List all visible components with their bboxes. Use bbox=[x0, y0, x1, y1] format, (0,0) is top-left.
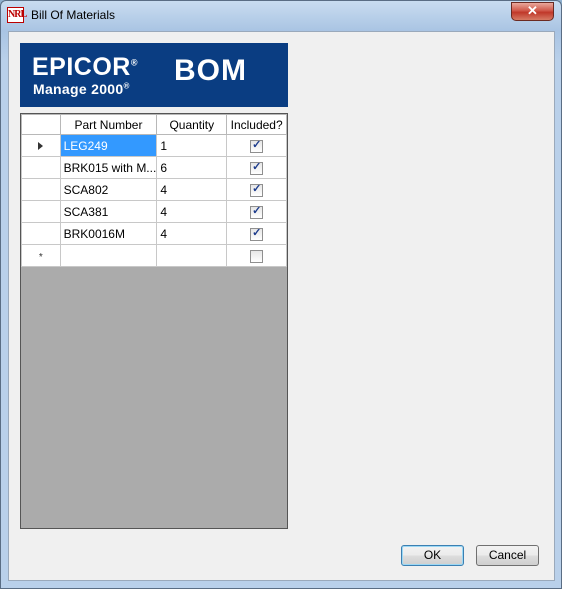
brand-logo: EPICOR® bbox=[32, 53, 138, 81]
column-header-part-number[interactable]: Part Number bbox=[59, 114, 158, 135]
epicor-bom-banner: EPICOR® Manage 2000® BOM bbox=[20, 43, 288, 107]
table-row[interactable]: BRK0016M 4 bbox=[21, 222, 287, 245]
row-header[interactable] bbox=[21, 222, 61, 245]
included-cell[interactable] bbox=[226, 178, 287, 201]
bom-data-grid[interactable]: Part Number Quantity Included? LEG249 1 bbox=[20, 113, 288, 529]
included-checkbox[interactable] bbox=[250, 160, 264, 175]
part-number-cell[interactable]: BRK0016M bbox=[59, 222, 158, 245]
row-header-new[interactable]: * bbox=[21, 244, 61, 267]
included-checkbox[interactable] bbox=[250, 138, 264, 153]
bom-table: Part Number Quantity Included? LEG249 1 bbox=[21, 114, 287, 267]
row-header-current[interactable] bbox=[21, 134, 61, 157]
window-title: Bill Of Materials bbox=[31, 8, 116, 22]
close-button[interactable]: ✕ bbox=[511, 2, 554, 21]
module-name: BOM bbox=[174, 54, 247, 87]
part-number-cell[interactable]: BRK015 with M... bbox=[59, 156, 158, 179]
product-name: Manage 2000® bbox=[33, 81, 130, 97]
quantity-cell[interactable]: 4 bbox=[156, 178, 228, 201]
included-cell[interactable] bbox=[226, 200, 287, 223]
column-header-quantity[interactable]: Quantity bbox=[156, 114, 228, 135]
part-number-cell[interactable]: SCA381 bbox=[59, 200, 158, 223]
included-checkbox[interactable] bbox=[250, 182, 264, 197]
column-header-included[interactable]: Included? bbox=[226, 114, 287, 135]
quantity-cell[interactable]: 6 bbox=[156, 156, 228, 179]
part-number-cell[interactable]: LEG249 bbox=[59, 134, 158, 157]
cancel-button[interactable]: Cancel bbox=[476, 545, 539, 566]
row-header[interactable] bbox=[21, 178, 61, 201]
part-number-cell[interactable] bbox=[59, 244, 158, 267]
quantity-cell[interactable]: 4 bbox=[156, 200, 228, 223]
ok-button[interactable]: OK bbox=[401, 545, 464, 566]
new-row[interactable]: * bbox=[21, 244, 287, 267]
table-row[interactable]: SCA381 4 bbox=[21, 200, 287, 223]
included-cell[interactable] bbox=[226, 244, 287, 267]
table-row[interactable]: SCA802 4 bbox=[21, 178, 287, 201]
new-row-marker: * bbox=[38, 251, 43, 263]
quantity-cell[interactable] bbox=[156, 244, 228, 267]
corner-header[interactable] bbox=[21, 114, 61, 135]
row-header[interactable] bbox=[21, 200, 61, 223]
included-checkbox[interactable] bbox=[250, 226, 264, 241]
arrow-right-icon bbox=[38, 142, 44, 151]
included-cell[interactable] bbox=[226, 156, 287, 179]
included-cell[interactable] bbox=[226, 134, 287, 157]
row-header[interactable] bbox=[21, 156, 61, 179]
included-checkbox[interactable] bbox=[250, 204, 264, 219]
app-icon: NRL bbox=[7, 7, 27, 23]
title-bar[interactable]: NRL Bill Of Materials ✕ bbox=[1, 1, 561, 31]
bill-of-materials-window: NRL Bill Of Materials ✕ EPICOR® Manage 2… bbox=[0, 0, 562, 589]
included-cell[interactable] bbox=[226, 222, 287, 245]
table-row[interactable]: BRK015 with M... 6 bbox=[21, 156, 287, 179]
part-number-cell[interactable]: SCA802 bbox=[59, 178, 158, 201]
dialog-client-area: EPICOR® Manage 2000® BOM Part Number Qua… bbox=[8, 31, 555, 581]
quantity-cell[interactable]: 4 bbox=[156, 222, 228, 245]
included-checkbox[interactable] bbox=[250, 249, 264, 263]
table-row[interactable]: LEG249 1 bbox=[21, 134, 287, 157]
quantity-cell[interactable]: 1 bbox=[156, 134, 228, 157]
header-row: Part Number Quantity Included? bbox=[21, 114, 287, 135]
